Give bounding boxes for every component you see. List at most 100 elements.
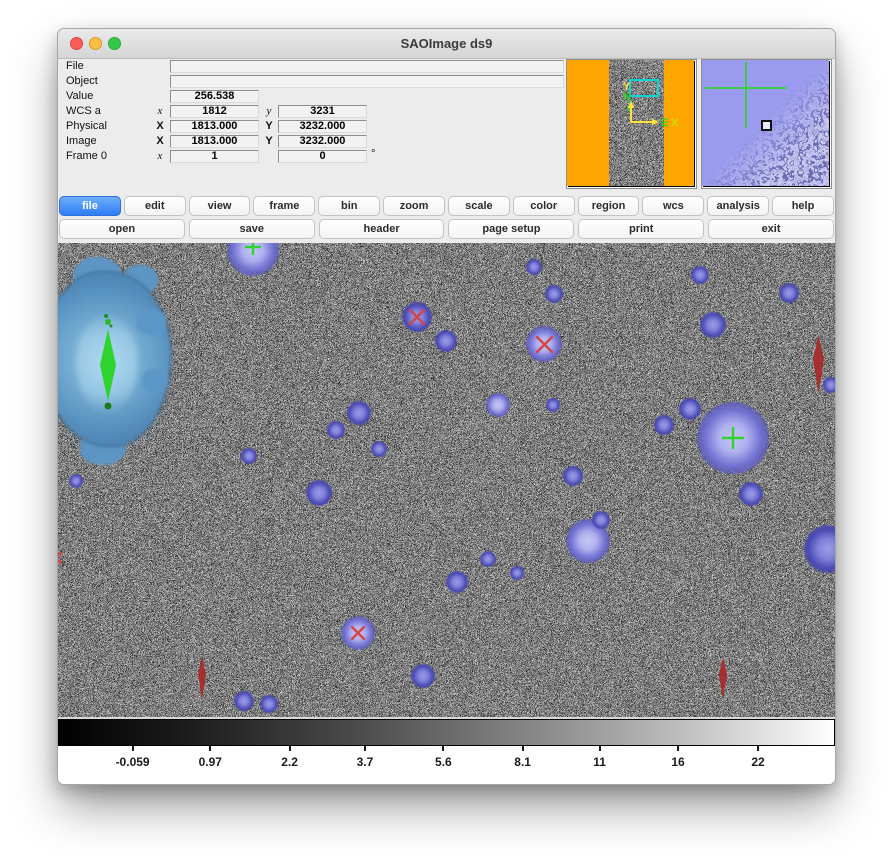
colorbar-tick-label: 22 — [751, 755, 764, 769]
file-label: File — [66, 60, 84, 73]
colorbar-tick-label: 0.97 — [199, 755, 222, 769]
star-blob — [411, 664, 435, 688]
star-blob — [545, 285, 563, 303]
image-display[interactable] — [58, 243, 835, 717]
wcs-x-field[interactable]: 1812 — [170, 105, 259, 118]
image-y-field[interactable]: 3232.000 — [278, 135, 367, 148]
ds9-window: SAOImage ds9 File Object Value 256.538 W… — [57, 28, 836, 785]
physical-x-field[interactable]: 1813.000 — [170, 120, 259, 133]
x-marker — [351, 626, 365, 645]
wcs-y-field[interactable]: 3231 — [278, 105, 367, 118]
colorbar-tick-label: 11 — [593, 755, 606, 769]
window-title: SAOImage ds9 — [58, 29, 835, 58]
star-blob — [563, 466, 583, 486]
star-blob — [347, 401, 371, 425]
menu-button-file[interactable]: file — [59, 196, 121, 216]
wcs-y-sublabel: y — [261, 105, 277, 118]
physical-label: Physical — [66, 120, 107, 133]
magnifier-view — [702, 60, 829, 186]
star-blob — [592, 511, 610, 529]
object-label: Object — [66, 75, 98, 88]
x-marker — [536, 336, 553, 358]
colorbar-tick-label: 3.7 — [357, 755, 374, 769]
colorbar-tick-label: 16 — [671, 755, 684, 769]
menu-button-bin[interactable]: bin — [318, 196, 380, 216]
colorbar-tick — [209, 746, 211, 751]
x-marker — [58, 551, 62, 569]
colorbar-tick — [289, 746, 291, 751]
menu-button-frame[interactable]: frame — [253, 196, 315, 216]
file-menu-button-page-setup[interactable]: page setup — [448, 219, 574, 239]
colorbar-tick — [522, 746, 524, 751]
menu-button-color[interactable]: color — [513, 196, 575, 216]
star-blob — [804, 525, 835, 573]
colorbar-gradient[interactable] — [58, 719, 835, 746]
colorbar-tick — [364, 746, 366, 751]
star-blob — [700, 312, 726, 338]
menu-button-edit[interactable]: edit — [124, 196, 186, 216]
image-markers-layer — [58, 243, 835, 717]
colorbar-tick — [442, 746, 444, 751]
star-blob — [306, 480, 332, 506]
saturated-galaxy-region — [58, 251, 191, 471]
colorbar-tick — [599, 746, 601, 751]
magnifier-panel[interactable] — [701, 59, 832, 189]
menu-button-zoom[interactable]: zoom — [383, 196, 445, 216]
frame-label: Frame 0 — [66, 150, 107, 163]
file-menu-button-print[interactable]: print — [578, 219, 704, 239]
star-blob — [260, 695, 278, 713]
star-blob — [739, 482, 763, 506]
star-blob — [480, 551, 496, 567]
star-blob — [371, 441, 387, 457]
panner-view: Y N E X — [567, 60, 694, 186]
physical-y-sublabel: Y — [261, 120, 277, 133]
red-arrow-marker — [718, 657, 728, 704]
colorbar-tick — [757, 746, 759, 751]
wcs-x-sublabel: x — [152, 105, 168, 118]
star-blob — [779, 283, 799, 303]
star-blob — [435, 330, 457, 352]
file-menu-button-open[interactable]: open — [59, 219, 185, 239]
physical-y-field[interactable]: 3232.000 — [278, 120, 367, 133]
panner-panel[interactable]: Y N E X — [566, 59, 697, 189]
colorbar-tick-label: 5.6 — [435, 755, 452, 769]
star-blob — [546, 398, 560, 412]
star-blob — [234, 691, 254, 711]
x-marker — [409, 309, 425, 330]
image-label: Image — [66, 135, 97, 148]
file-button-row: opensaveheaderpage setupprintexit — [59, 219, 834, 240]
menu-button-scale[interactable]: scale — [448, 196, 510, 216]
menu-button-region[interactable]: region — [578, 196, 640, 216]
menu-button-view[interactable]: view — [189, 196, 251, 216]
image-x-field[interactable]: 1813.000 — [170, 135, 259, 148]
menu-button-help[interactable]: help — [772, 196, 834, 216]
titlebar[interactable]: SAOImage ds9 — [58, 29, 835, 59]
star-blob — [327, 421, 345, 439]
menu-button-analysis[interactable]: analysis — [707, 196, 769, 216]
file-menu-button-header[interactable]: header — [319, 219, 445, 239]
star-blob — [510, 566, 524, 580]
file-menu-button-exit[interactable]: exit — [708, 219, 834, 239]
menu-button-wcs[interactable]: wcs — [642, 196, 704, 216]
star-blob — [69, 474, 83, 488]
value-label: Value — [66, 90, 93, 103]
frame-angle-field[interactable]: 0 — [278, 150, 367, 163]
star-blob — [241, 448, 257, 464]
object-field[interactable] — [170, 75, 564, 88]
frame-x-field[interactable]: 1 — [170, 150, 259, 163]
file-menu-button-save[interactable]: save — [189, 219, 315, 239]
green-crosshair-marker — [245, 243, 261, 260]
colorbar-labels: -0.0590.972.23.75.68.1111622 — [58, 746, 835, 784]
image-y-sublabel: Y — [261, 135, 277, 148]
colorbar-tick-label: 8.1 — [514, 755, 531, 769]
value-field[interactable]: 256.538 — [170, 90, 259, 103]
star-blob — [446, 571, 468, 593]
saturated-lobe — [136, 309, 166, 335]
colorbar-tick — [132, 746, 134, 751]
physical-x-sublabel: X — [152, 120, 168, 133]
image-x-sublabel: X — [152, 135, 168, 148]
file-field[interactable] — [170, 60, 564, 73]
red-arrow-marker — [812, 335, 825, 398]
degree-symbol: ° — [371, 148, 375, 160]
star-blob — [691, 266, 709, 284]
